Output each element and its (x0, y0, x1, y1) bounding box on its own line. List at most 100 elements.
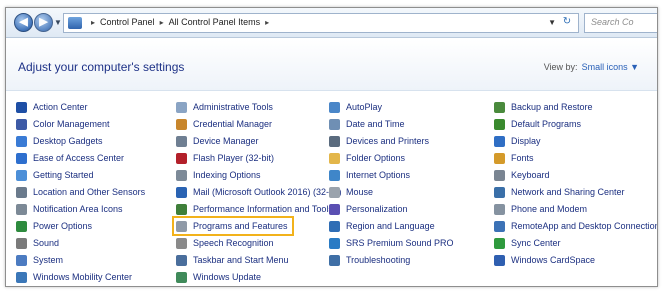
control-panel-item-label: Devices and Printers (346, 136, 430, 146)
control-panel-item[interactable]: RemoteApp and Desktop Connections (494, 218, 658, 234)
address-bar[interactable]: ▸ Control Panel ▸ All Control Panel Items ▸ … (63, 13, 579, 33)
control-panel-item[interactable]: Mouse (329, 184, 373, 200)
forward-button[interactable]: ▶ (34, 13, 53, 32)
control-panel-item-label: Date and Time (346, 119, 405, 129)
control-panel-item-label: Windows CardSpace (511, 255, 596, 265)
control-panel-item-label: Flash Player (32-bit) (193, 153, 275, 163)
control-panel-item[interactable]: Flash Player (32-bit) (176, 150, 274, 166)
sync-icon (494, 237, 505, 249)
control-panel-item[interactable]: SRS Premium Sound PRO (329, 235, 454, 251)
notification-icon (16, 203, 27, 215)
control-panel-item[interactable]: Windows Mobility Center (16, 269, 132, 285)
control-panel-item[interactable]: Indexing Options (176, 167, 261, 183)
fonts-icon (494, 152, 505, 164)
globe-icon (329, 220, 340, 232)
srs-icon (329, 237, 340, 249)
control-panel-item[interactable]: AutoPlay (329, 99, 382, 115)
device-manager-icon (176, 135, 187, 147)
control-panel-item[interactable]: Administrative Tools (176, 99, 273, 115)
windows-update-icon (176, 271, 187, 283)
control-panel-item[interactable]: Date and Time (329, 116, 405, 132)
control-panel-item[interactable]: Windows Update (176, 269, 261, 285)
breadcrumb-control-panel[interactable]: Control Panel (100, 17, 155, 27)
control-panel-item[interactable]: Default Programs (494, 116, 581, 132)
breadcrumb-chevron-icon[interactable]: ▸ (265, 18, 269, 27)
mobility-icon (16, 271, 27, 283)
control-panel-item[interactable]: System (16, 252, 63, 268)
control-panel-item[interactable]: Devices and Printers (329, 133, 429, 149)
cardspace-icon (494, 254, 505, 266)
address-dropdown-icon[interactable]: ▼ (548, 18, 556, 27)
control-panel-item-label: Device Manager (193, 136, 259, 146)
control-panel-item-label: AutoPlay (346, 102, 383, 112)
default-programs-icon (494, 118, 505, 130)
getting-started-icon (16, 169, 27, 181)
breadcrumb-all-items[interactable]: All Control Panel Items (169, 17, 261, 27)
control-panel-item-label: Fonts (511, 153, 534, 163)
control-panel-item[interactable]: Power Options (16, 218, 92, 234)
control-panel-item[interactable]: Keyboard (494, 167, 550, 183)
backup-icon (494, 101, 505, 113)
control-panel-item-label: Mouse (346, 187, 374, 197)
gadgets-icon (16, 135, 27, 147)
search-box[interactable]: Search Co (584, 13, 657, 33)
control-panel-item-label: Keyboard (511, 170, 550, 180)
control-panel-item-label: Troubleshooting (346, 255, 411, 265)
control-panel-item-label: Windows Mobility Center (33, 272, 133, 282)
view-by: View by: Small icons ▼ (544, 62, 639, 72)
control-panel-item-label: Windows Update (193, 272, 262, 282)
control-panel-item[interactable]: Location and Other Sensors (16, 184, 145, 200)
control-panel-item[interactable]: Troubleshooting (329, 252, 410, 268)
control-panel-item[interactable]: Getting Started (16, 167, 94, 183)
control-panel-item[interactable]: Sound (16, 235, 59, 251)
address-toolbar: ◀ ▶ ▼ ▸ Control Panel ▸ All Control Panel I… (6, 8, 657, 38)
view-by-dropdown[interactable]: Small icons ▼ (582, 62, 639, 72)
control-panel-item-label: Getting Started (33, 170, 94, 180)
header-strip: Adjust your computer's settings View by:… (6, 39, 657, 91)
control-panel-item[interactable]: Performance Information and Tools (176, 201, 333, 217)
control-panel-item-label: Phone and Modem (511, 204, 588, 214)
remoteapp-icon (494, 220, 505, 232)
control-panel-item[interactable]: Fonts (494, 150, 534, 166)
breadcrumb-chevron-icon[interactable]: ▸ (160, 18, 164, 27)
control-panel-item[interactable]: Taskbar and Start Menu (176, 252, 289, 268)
control-panel-item[interactable]: Color Management (16, 116, 110, 132)
internet-icon (329, 169, 340, 181)
network-icon (494, 186, 505, 198)
control-panel-item-label: RemoteApp and Desktop Connections (511, 221, 658, 231)
control-panel-item[interactable]: Notification Area Icons (16, 201, 123, 217)
refresh-icon[interactable]: ↻ (559, 16, 575, 30)
control-panel-item[interactable]: Phone and Modem (494, 201, 587, 217)
control-panel-item-label: Backup and Restore (511, 102, 593, 112)
mail-icon (176, 186, 187, 198)
breadcrumb-chevron-icon[interactable]: ▸ (91, 18, 95, 27)
control-panel-item[interactable]: Personalization (329, 201, 408, 217)
control-panel-item-label: Credential Manager (193, 119, 273, 129)
control-panel-item-label: Programs and Features (193, 221, 288, 231)
control-panel-item[interactable]: Internet Options (329, 167, 410, 183)
control-panel-item[interactable]: Programs and Features (172, 216, 294, 236)
sensors-icon (16, 186, 27, 198)
troubleshooting-icon (329, 254, 340, 266)
control-panel-item[interactable]: Region and Language (329, 218, 435, 234)
control-panel-item[interactable]: Backup and Restore (494, 99, 593, 115)
control-panel-item[interactable]: Mail (Microsoft Outlook 2016) (32-bit) (176, 184, 342, 200)
page-title: Adjust your computer's settings (18, 60, 185, 74)
control-panel-item-label: Display (511, 136, 541, 146)
recent-pages-dropdown[interactable]: ▼ (54, 18, 62, 27)
control-panel-item[interactable]: Desktop Gadgets (16, 133, 103, 149)
control-panel-item[interactable]: Folder Options (329, 150, 405, 166)
flag-icon (16, 101, 27, 113)
control-panel-item[interactable]: Ease of Access Center (16, 150, 124, 166)
control-panel-item[interactable]: Action Center (16, 99, 88, 115)
control-panel-item[interactable]: Speech Recognition (176, 235, 274, 251)
control-panel-item[interactable]: Network and Sharing Center (494, 184, 625, 200)
control-panel-item[interactable]: Display (494, 133, 541, 149)
back-button[interactable]: ◀ (14, 13, 33, 32)
control-panel-icon (68, 17, 82, 29)
control-panel-item[interactable]: Sync Center (494, 235, 561, 251)
control-panel-item[interactable]: Windows CardSpace (494, 252, 595, 268)
control-panel-item[interactable]: Credential Manager (176, 116, 272, 132)
taskbar-icon (176, 254, 187, 266)
control-panel-item[interactable]: Device Manager (176, 133, 259, 149)
